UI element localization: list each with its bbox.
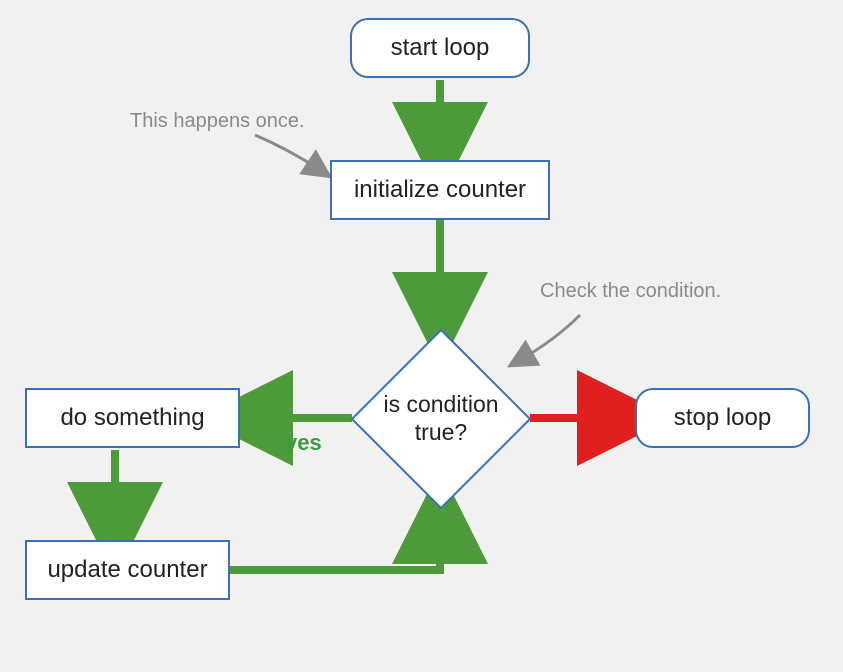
edge-update-to-cond: [230, 516, 440, 570]
edge-label-yes: yes: [285, 430, 322, 456]
annotation-arrow-once: [255, 135, 320, 170]
node-cond-label: is condition true?: [383, 391, 498, 446]
node-init-label: initialize counter: [354, 176, 526, 204]
node-update-label: update counter: [47, 556, 207, 584]
node-do-something: do something: [25, 388, 240, 448]
node-initialize-counter: initialize counter: [330, 160, 550, 220]
node-update-counter: update counter: [25, 540, 230, 600]
edge-label-no: no: [585, 430, 612, 456]
node-stop-label: stop loop: [674, 404, 771, 432]
node-stop: stop loop: [635, 388, 810, 448]
annotation-check: Check the condition.: [540, 280, 721, 303]
node-start-label: start loop: [391, 34, 490, 62]
node-do-label: do something: [60, 404, 204, 432]
node-condition: is condition true?: [350, 328, 532, 510]
node-start: start loop: [350, 18, 530, 78]
annotation-once: This happens once.: [130, 110, 305, 133]
